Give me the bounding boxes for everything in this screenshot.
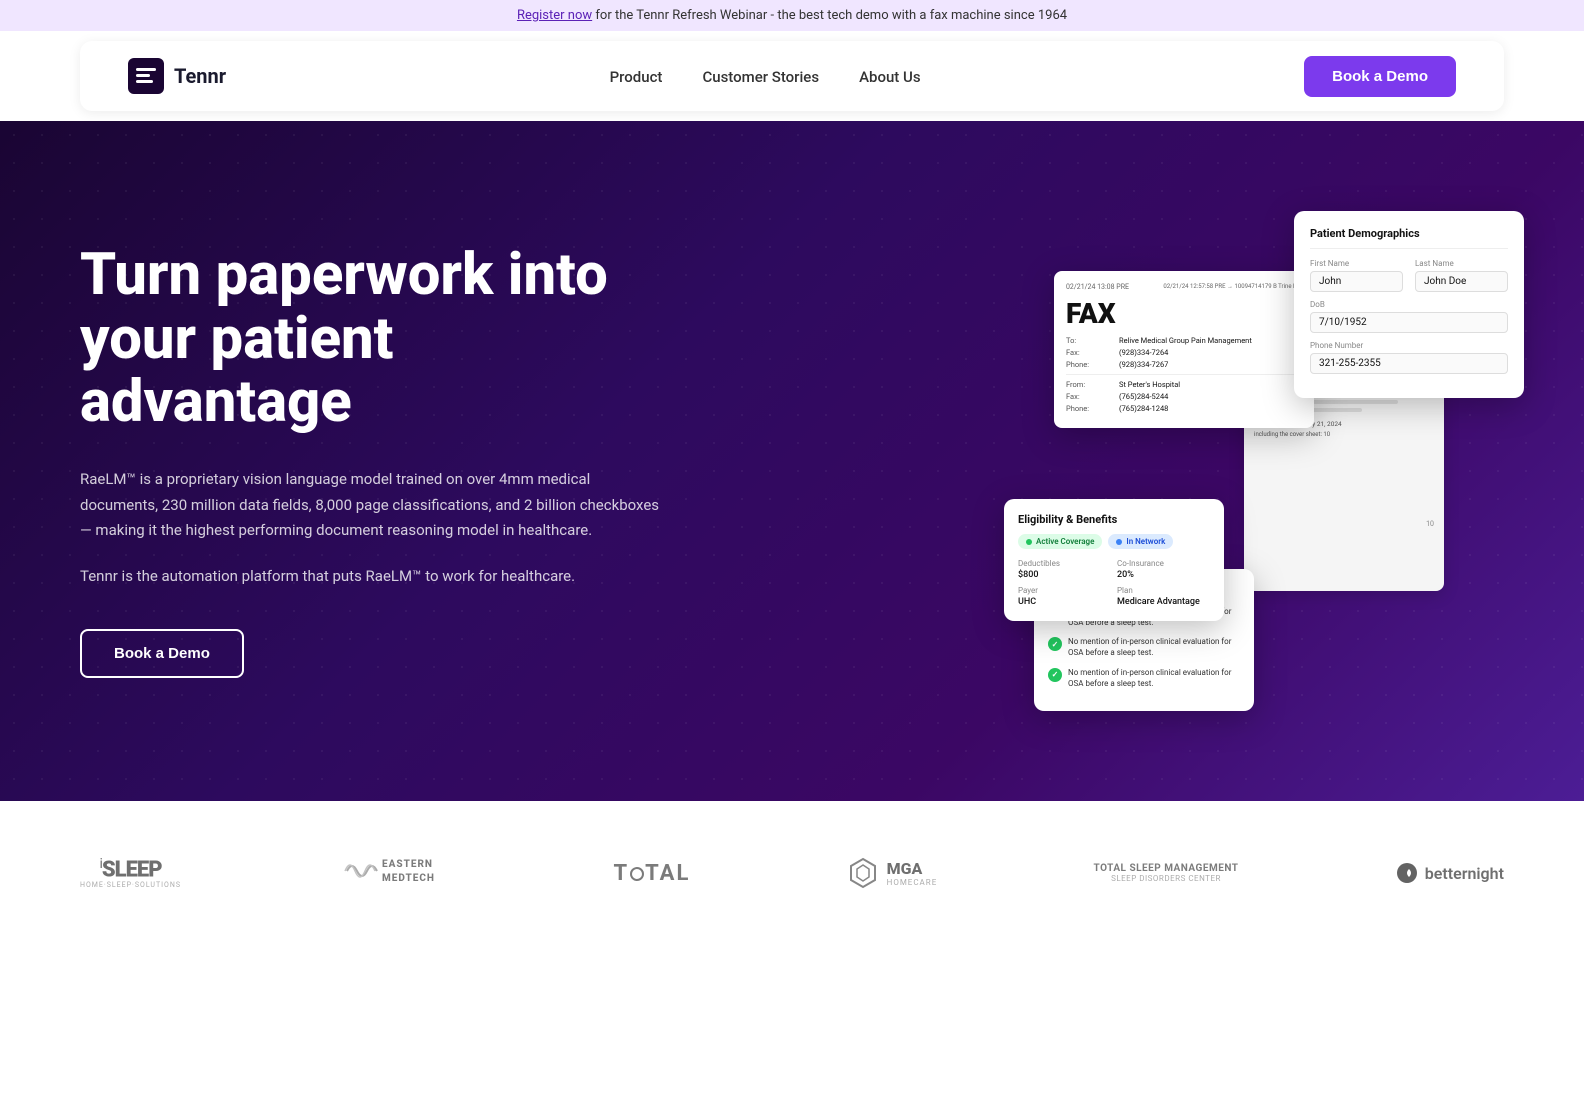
eastern-medtech-logo-svg: EASTERN MEDTECH (337, 851, 457, 891)
fax-from-row: From: St Peter's Hospital (1066, 380, 1302, 389)
svg-text:EASTERN: EASTERN (382, 859, 433, 870)
plan-label: Plan (1117, 586, 1210, 595)
coinsurance-col: Co-Insurance 20% (1117, 559, 1210, 580)
patient-phone-row: Phone Number 321-255-2355 (1310, 341, 1508, 374)
fax-to-val: Relive Medical Group Pain Management (1119, 336, 1252, 345)
patient-phone-field: Phone Number 321-255-2355 (1310, 341, 1508, 374)
plan-value: Medicare Advantage (1117, 597, 1210, 607)
patient-last-name-label: Last Name (1415, 259, 1508, 268)
patient-dob-row: DoB 7/10/1952 (1310, 300, 1508, 333)
check-icon-2 (1048, 637, 1062, 651)
fax-fax-val: (928)334-7264 (1119, 348, 1168, 357)
fax-to-label: To: (1066, 336, 1111, 345)
in-network-badge: In Network (1108, 534, 1173, 549)
patient-first-name-field: First Name John (1310, 259, 1403, 292)
fax-to-row: To: Relive Medical Group Pain Management (1066, 336, 1302, 345)
fax-fax-label: Fax: (1066, 348, 1111, 357)
fax-from-label: From: (1066, 380, 1111, 389)
mga-logo-icon (847, 857, 879, 889)
eligibility-badges: Active Coverage In Network (1018, 534, 1210, 549)
coinsurance-value: 20% (1117, 570, 1210, 580)
fax-header2: 02/21/24 12:57:58 PRE → 10094714179 B Tr… (1163, 283, 1302, 291)
payer-label: Payer (1018, 586, 1111, 595)
fax-phone-row: Phone: (928)334-7267 (1066, 360, 1302, 369)
deductibles-value: $800 (1018, 570, 1111, 580)
in-network-label: In Network (1126, 537, 1165, 546)
fax-from-phone-val: (765)284-1248 (1119, 404, 1168, 413)
logo-icon (128, 58, 164, 94)
patient-first-name-label: First Name (1310, 259, 1403, 268)
hero-title: Turn paperwork into your patient advanta… (80, 244, 660, 435)
patient-demographics-card: Patient Demographics First Name John Las… (1294, 211, 1524, 398)
payer-value: UHC (1018, 597, 1111, 607)
fax-from-val: St Peter's Hospital (1119, 380, 1180, 389)
nav-links: Product Customer Stories About Us (610, 67, 921, 86)
check-icon-3 (1048, 668, 1062, 682)
e0601-item-3: No mention of in-person clinical evaluat… (1048, 667, 1240, 689)
e0601-item-3-text: No mention of in-person clinical evaluat… (1068, 667, 1240, 689)
fax-from-phone-label: Phone: (1066, 404, 1111, 413)
fax-header1: 02/21/24 13:08 PRE (1066, 283, 1129, 291)
hero-book-demo-button[interactable]: Book a Demo (80, 629, 244, 678)
in-network-dot (1116, 539, 1122, 545)
fax-from-fax-label: Fax: (1066, 392, 1111, 401)
partner-betternight: betternight (1395, 861, 1504, 885)
logo-text: Tennr (174, 64, 226, 88)
patient-dob-field: DoB 7/10/1952 (1310, 300, 1508, 333)
nav-about-us[interactable]: About Us (859, 68, 921, 86)
e0601-item-2: No mention of in-person clinical evaluat… (1048, 636, 1240, 658)
partner-mga: MGA HOMECARE (847, 857, 938, 889)
book-demo-button[interactable]: Book a Demo (1304, 56, 1456, 97)
eligibility-title: Eligibility & Benefits (1018, 513, 1210, 526)
active-coverage-badge: Active Coverage (1018, 534, 1102, 549)
patient-card-title: Patient Demographics (1310, 227, 1508, 249)
fax-from-phone-row: Phone: (765)284-1248 (1066, 404, 1302, 413)
partner-eastern-medtech: EASTERN MEDTECH (337, 851, 457, 895)
partner-total: TTAL (614, 861, 691, 886)
hero-content: Turn paperwork into your patient advanta… (80, 244, 660, 678)
deductibles-label: Deductibles (1018, 559, 1111, 568)
fax-from-fax-val: (765)284-5244 (1119, 392, 1168, 401)
betternight-logo-icon (1395, 861, 1419, 885)
patient-dob-value: 7/10/1952 (1310, 312, 1508, 333)
active-coverage-dot (1026, 539, 1032, 545)
nav-customer-stories[interactable]: Customer Stories (702, 68, 819, 86)
nav-product[interactable]: Product (610, 68, 663, 86)
patient-dob-label: DoB (1310, 300, 1508, 309)
patient-last-name-value: John Doe (1415, 271, 1508, 292)
patient-last-name-field: Last Name John Doe (1415, 259, 1508, 292)
navbar: Tennr Product Customer Stories About Us … (80, 41, 1504, 111)
banner-link[interactable]: Register now (517, 8, 592, 23)
hero-sub: Tennr is the automation platform that pu… (80, 564, 660, 590)
fax-phone-label: Phone: (1066, 360, 1111, 369)
svg-text:MEDTECH: MEDTECH (382, 873, 435, 884)
fax-title: FAX (1066, 297, 1302, 330)
active-coverage-label: Active Coverage (1036, 537, 1094, 546)
eligibility-card: Eligibility & Benefits Active Coverage I… (1004, 499, 1224, 621)
patient-phone-label: Phone Number (1310, 341, 1508, 350)
coinsurance-label: Co-Insurance (1117, 559, 1210, 568)
patient-phone-value: 321-255-2355 (1310, 353, 1508, 374)
top-banner: Register now for the Tennr Refresh Webin… (0, 0, 1584, 31)
fax-from-fax-row: Fax: (765)284-5244 (1066, 392, 1302, 401)
hero-section: Turn paperwork into your patient advanta… (0, 121, 1584, 801)
fax-phone-val: (928)334-7267 (1119, 360, 1168, 369)
plan-col: Plan Medicare Advantage (1117, 586, 1210, 607)
hero-body: RaeLM™ is a proprietary vision language … (80, 467, 660, 544)
eligibility-grid: Deductibles $800 Co-Insurance 20% Payer … (1018, 559, 1210, 607)
partners-section: iSLEEP HOME·SLEEP·SOLUTIONS EASTERN MEDT… (0, 801, 1584, 945)
banner-text: for the Tennr Refresh Webinar - the best… (592, 8, 1067, 23)
patient-first-name-value: John (1310, 271, 1403, 292)
deductibles-col: Deductibles $800 (1018, 559, 1111, 580)
e0601-item-2-text: No mention of in-person clinical evaluat… (1068, 636, 1240, 658)
fax-faxnum-row: Fax: (928)334-7264 (1066, 348, 1302, 357)
logo[interactable]: Tennr (128, 58, 226, 94)
payer-col: Payer UHC (1018, 586, 1111, 607)
partner-total-sleep: TOTAL SLEEP MANAGEMENT SLEEP DISORDERS C… (1094, 863, 1239, 883)
hero-visual: STATEMENT OF CONFIDENTIALITY: The inform… (1004, 211, 1524, 711)
fax-document: 02/21/24 13:08 PRE 02/21/24 12:57:58 PRE… (1054, 271, 1314, 428)
patient-name-row: First Name John Last Name John Doe (1310, 259, 1508, 292)
partner-isleep: iSLEEP HOME·SLEEP·SOLUTIONS (80, 857, 181, 889)
